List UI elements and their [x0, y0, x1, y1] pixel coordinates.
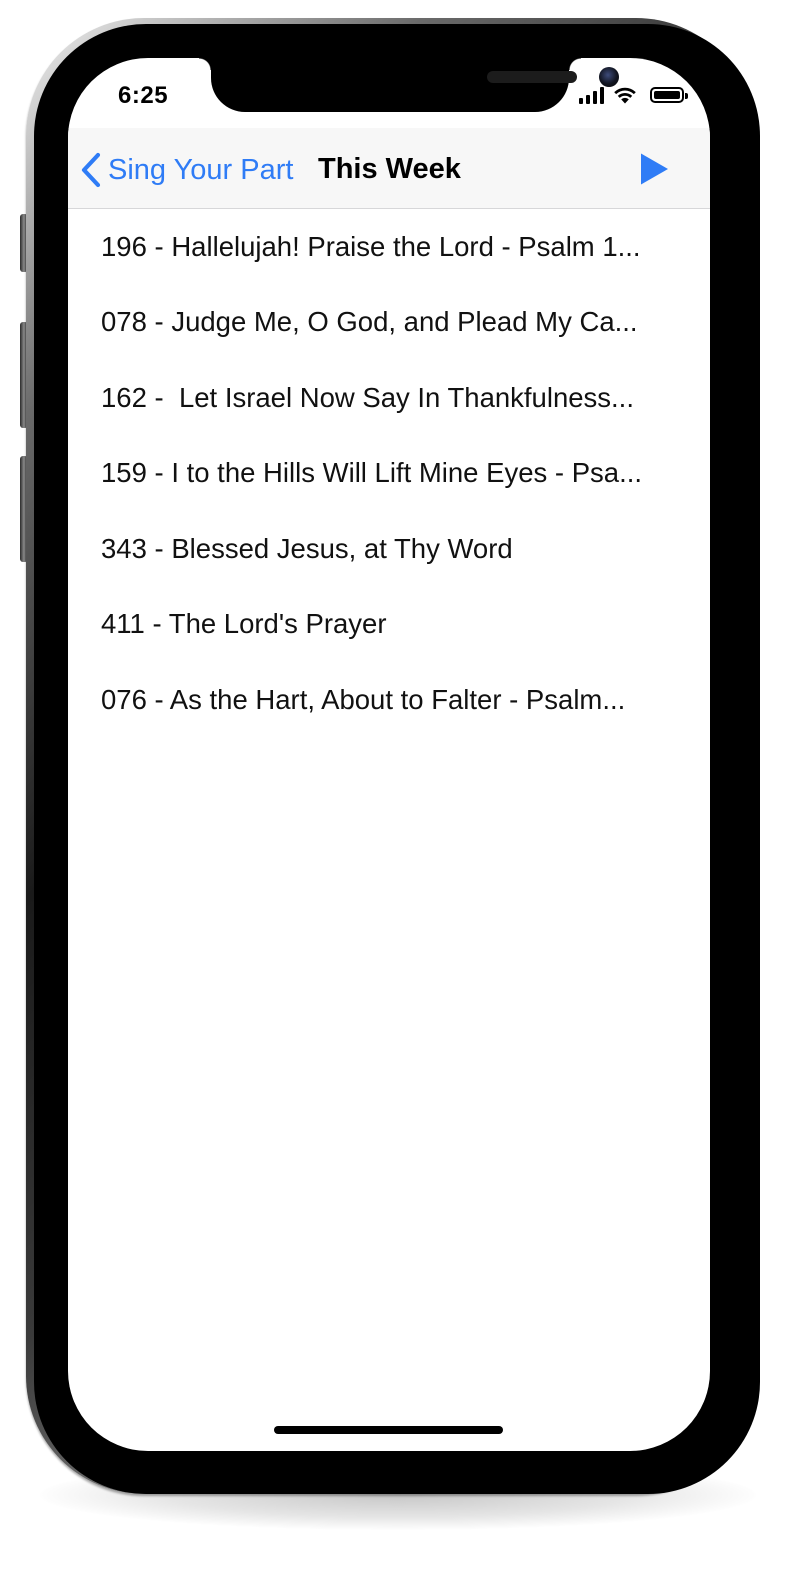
- song-list: 196 - Hallelujah! Praise the Lord - Psal…: [68, 209, 710, 738]
- song-title: 162 - Let Israel Now Say In Thankfulness…: [101, 381, 634, 413]
- back-button[interactable]: Sing Your Part: [80, 150, 293, 190]
- list-item[interactable]: 078 - Judge Me, O God, and Plead My Ca..…: [68, 285, 710, 361]
- song-title: 343 - Blessed Jesus, at Thy Word: [101, 532, 513, 564]
- chevron-left-icon: [81, 152, 101, 188]
- phone-screen: 6:25 Sing Your Part This Week 196 - Hall…: [68, 58, 710, 1451]
- list-item[interactable]: 076 - As the Hart, About to Falter - Psa…: [68, 662, 710, 738]
- list-item[interactable]: 162 - Let Israel Now Say In Thankfulness…: [68, 360, 710, 436]
- cellular-signal-icon: [579, 86, 604, 104]
- wifi-icon: [614, 87, 636, 104]
- notch-shoulder-right: [569, 58, 581, 70]
- notch-shoulder-left: [199, 58, 211, 70]
- notch: [211, 58, 619, 112]
- earpiece-speaker: [487, 71, 577, 83]
- song-title: 159 - I to the Hills Will Lift Mine Eyes…: [101, 457, 643, 489]
- status-time: 6:25: [118, 82, 169, 109]
- list-item[interactable]: 196 - Hallelujah! Praise the Lord - Psal…: [68, 209, 710, 285]
- list-item[interactable]: 159 - I to the Hills Will Lift Mine Eyes…: [68, 436, 710, 512]
- song-title: 076 - As the Hart, About to Falter - Psa…: [101, 683, 626, 715]
- device-mockup: 6:25 Sing Your Part This Week 196 - Hall…: [0, 0, 796, 1584]
- song-title: 196 - Hallelujah! Praise the Lord - Psal…: [101, 230, 641, 262]
- song-title: 078 - Judge Me, O God, and Plead My Ca..…: [101, 306, 638, 338]
- status-icons: [579, 84, 688, 106]
- list-item[interactable]: 343 - Blessed Jesus, at Thy Word: [68, 511, 710, 587]
- back-button-label: Sing Your Part: [108, 153, 294, 186]
- home-indicator[interactable]: [274, 1426, 503, 1434]
- list-item[interactable]: 411 - The Lord's Prayer: [68, 587, 710, 663]
- battery-icon: [650, 87, 688, 103]
- navigation-bar: Sing Your Part This Week: [68, 128, 710, 209]
- play-icon[interactable]: [638, 152, 670, 186]
- song-title: 411 - The Lord's Prayer: [101, 608, 387, 640]
- page-title: This Week: [318, 153, 461, 185]
